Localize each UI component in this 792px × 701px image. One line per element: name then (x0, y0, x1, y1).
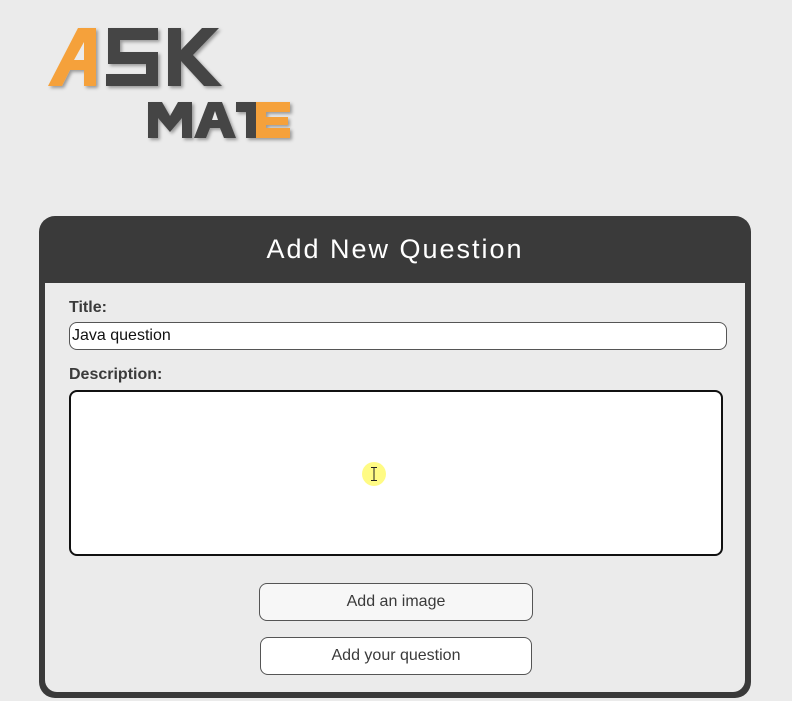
title-input[interactable] (69, 322, 727, 350)
question-form: Title: Description: Add an image Add you… (45, 283, 745, 692)
add-question-card: Add New Question Title: Description: Add… (39, 216, 751, 698)
card-title: Add New Question (266, 234, 524, 264)
askmate-logo-graphic (48, 28, 290, 138)
add-image-button[interactable]: Add an image (259, 583, 533, 621)
description-label: Description: (69, 366, 163, 383)
description-textarea[interactable] (69, 390, 723, 556)
askmate-logo (44, 22, 300, 147)
add-question-button[interactable]: Add your question (260, 637, 532, 675)
title-label: Title: (69, 299, 107, 316)
text-cursor-icon (371, 467, 377, 481)
